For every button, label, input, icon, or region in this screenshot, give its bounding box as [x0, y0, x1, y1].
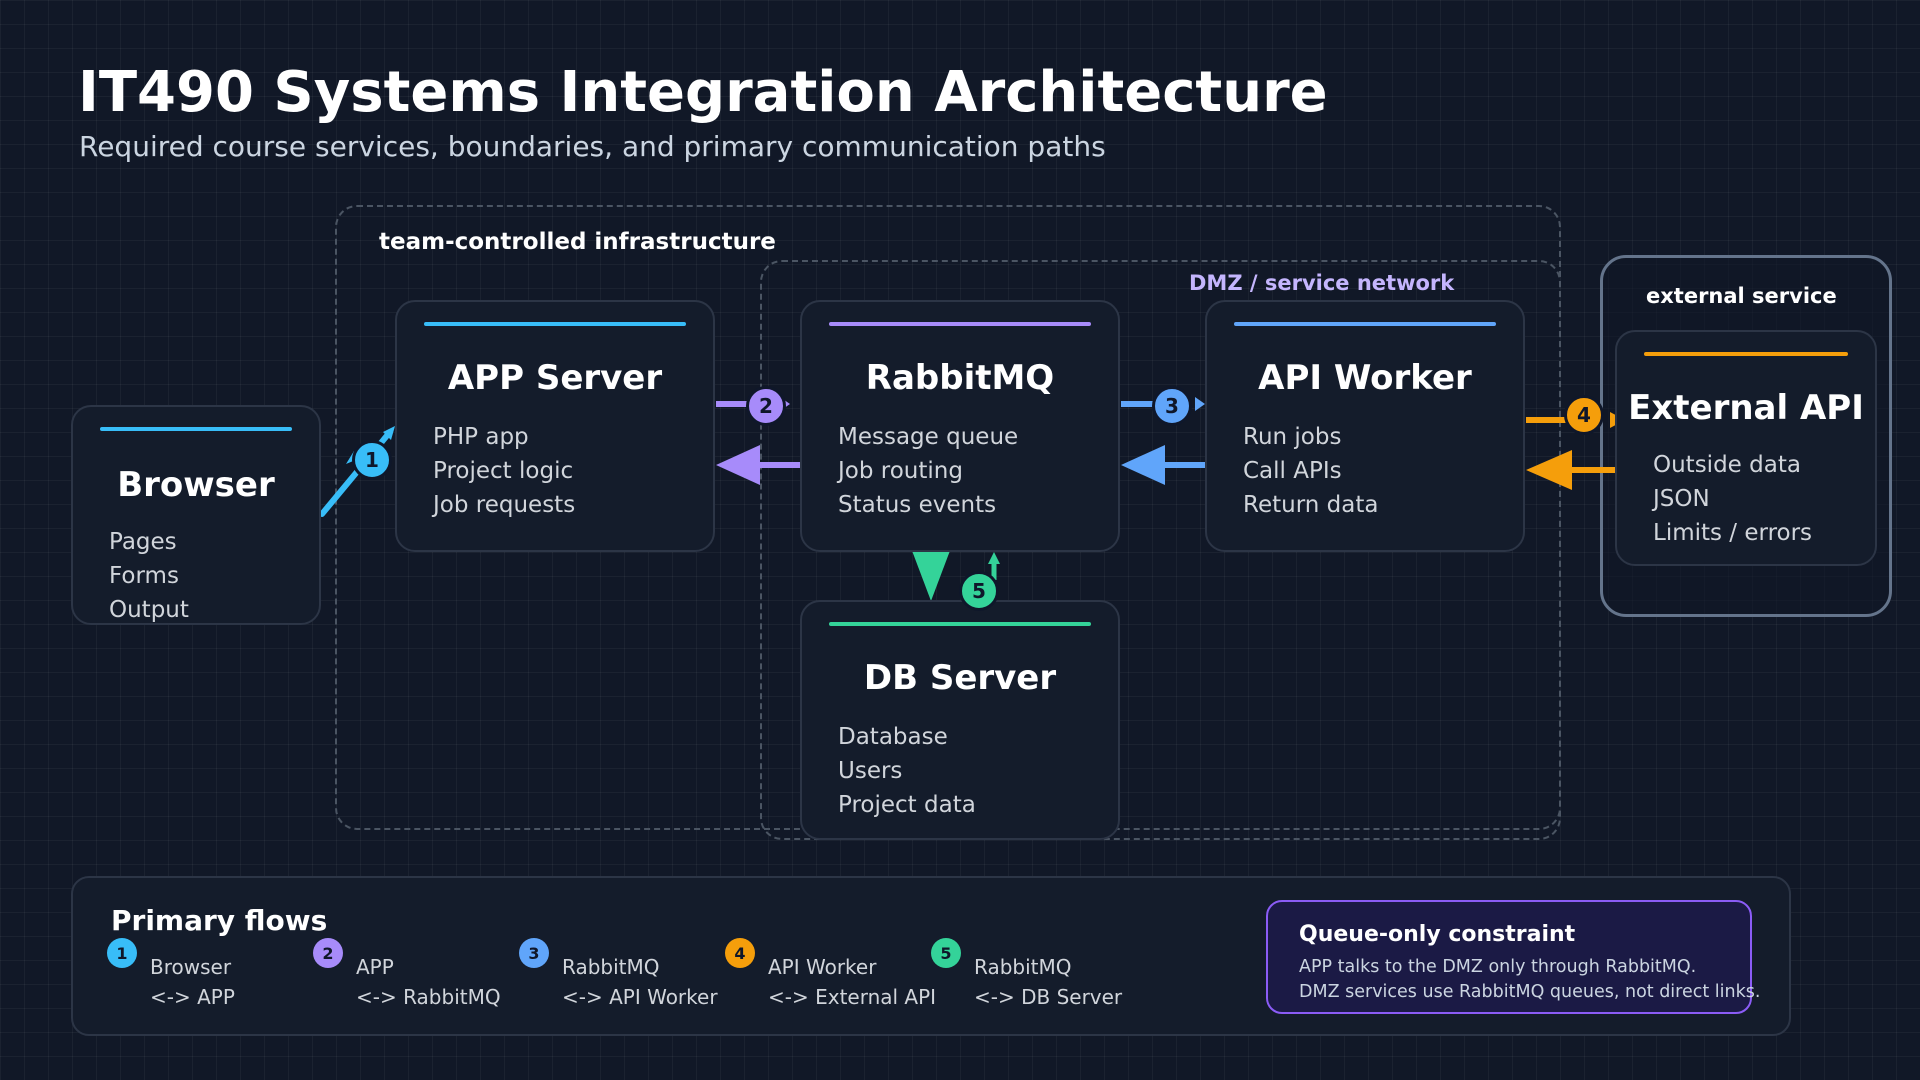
legend-title: Primary flows — [111, 904, 328, 937]
db-server-title: DB Server — [863, 658, 1057, 698]
legend-flow-label: APP <-> RabbitMQ — [356, 952, 501, 1012]
app-server-item: Job requests — [433, 492, 576, 518]
browser-node: Browser Pages Forms Output — [71, 405, 321, 625]
rabbitmq-title: RabbitMQ — [865, 358, 1055, 398]
api-worker-accent — [1234, 322, 1496, 326]
app-server-node: APP Server PHP app Project logic Job req… — [395, 300, 715, 552]
legend-flow-badge: 5 — [931, 938, 961, 968]
constraint-line: APP talks to the DMZ only through Rabbit… — [1299, 957, 1697, 977]
rabbitmq-item: Status events — [838, 492, 997, 518]
api-worker-item: Run jobs — [1243, 424, 1342, 450]
rabbitmq-accent — [829, 322, 1091, 326]
flow-2-badge: 2 — [746, 386, 786, 426]
legend-flow-label: Browser <-> APP — [150, 952, 235, 1012]
legend-flow-line2: <-> DB Server — [974, 985, 1123, 1009]
queue-only-constraint: Queue-only constraint APP talks to the D… — [1266, 900, 1760, 1014]
db-server-item: Project data — [838, 792, 976, 818]
app-server-item: Project logic — [433, 458, 574, 484]
constraint-line: DMZ services use RabbitMQ queues, not di… — [1299, 982, 1761, 1002]
db-server-item: Users — [838, 758, 903, 784]
api-worker-item: Call APIs — [1243, 458, 1342, 484]
external-api-title: External API — [1628, 388, 1864, 428]
primary-flows-legend: Primary flows 1 Browser <-> APP 2 APP <-… — [71, 876, 1791, 1036]
api-worker-items: Run jobs Call APIs Return data — [1243, 420, 1378, 522]
rabbitmq-item: Job routing — [838, 458, 963, 484]
external-api-item: Limits / errors — [1653, 520, 1813, 546]
legend-flow-badge: 3 — [519, 938, 549, 968]
db-server-items: Database Users Project data — [838, 720, 976, 822]
legend-flow-badge: 2 — [313, 938, 343, 968]
flow-3-badge: 3 — [1152, 386, 1192, 426]
legend-flow-line2: <-> APP — [150, 985, 235, 1009]
app-server-title: APP Server — [447, 358, 663, 398]
browser-item: Pages — [109, 529, 177, 555]
browser-item: Forms — [109, 563, 179, 589]
api-worker-title: API Worker — [1258, 358, 1472, 398]
flow-1-badge: 1 — [352, 440, 392, 480]
browser-accent — [100, 427, 292, 431]
api-worker-node: API Worker Run jobs Call APIs Return dat… — [1205, 300, 1525, 552]
app-server-item: PHP app — [433, 424, 529, 450]
browser-items: Pages Forms Output — [109, 525, 189, 627]
legend-flow-line1: Browser — [150, 955, 232, 979]
rabbitmq-item: Message queue — [838, 424, 1019, 450]
legend-flow-label: RabbitMQ <-> API Worker — [562, 952, 718, 1012]
app-server-accent — [424, 322, 686, 326]
legend-flow-line2: <-> API Worker — [562, 985, 718, 1009]
legend-flow-line1: RabbitMQ — [562, 955, 660, 979]
db-server-accent — [829, 622, 1091, 626]
legend-flow-line1: APP — [356, 955, 394, 979]
external-api-accent — [1644, 352, 1848, 356]
legend-flow-line1: RabbitMQ — [974, 955, 1072, 979]
external-api-item: Outside data — [1653, 452, 1801, 478]
constraint-title: Queue-only constraint — [1299, 922, 1576, 947]
legend-flow-line2: <-> RabbitMQ — [356, 985, 501, 1009]
flow-5-badge: 5 — [959, 571, 999, 611]
legend-flow-label: API Worker <-> External API — [768, 952, 936, 1012]
browser-item: Output — [109, 597, 189, 623]
external-api-items: Outside data JSON Limits / errors — [1653, 448, 1812, 550]
flow-4-badge: 4 — [1564, 395, 1604, 435]
legend-flow-label: RabbitMQ <-> DB Server — [974, 952, 1122, 1012]
legend-flow-line2: <-> External API — [768, 985, 937, 1009]
external-api-node: External API Outside data JSON Limits / … — [1615, 330, 1877, 566]
legend-flow-badge: 4 — [725, 938, 755, 968]
rabbitmq-node: RabbitMQ Message queue Job routing Statu… — [800, 300, 1120, 552]
external-api-item: JSON — [1653, 486, 1710, 512]
rabbitmq-items: Message queue Job routing Status events — [838, 420, 1018, 522]
db-server-item: Database — [838, 724, 948, 750]
legend-flow-line1: API Worker — [768, 955, 877, 979]
legend-flow-badge: 1 — [107, 938, 137, 968]
db-server-node: DB Server Database Users Project data — [800, 600, 1120, 840]
api-worker-item: Return data — [1243, 492, 1379, 518]
browser-title: Browser — [117, 465, 275, 505]
app-server-items: PHP app Project logic Job requests — [433, 420, 575, 522]
